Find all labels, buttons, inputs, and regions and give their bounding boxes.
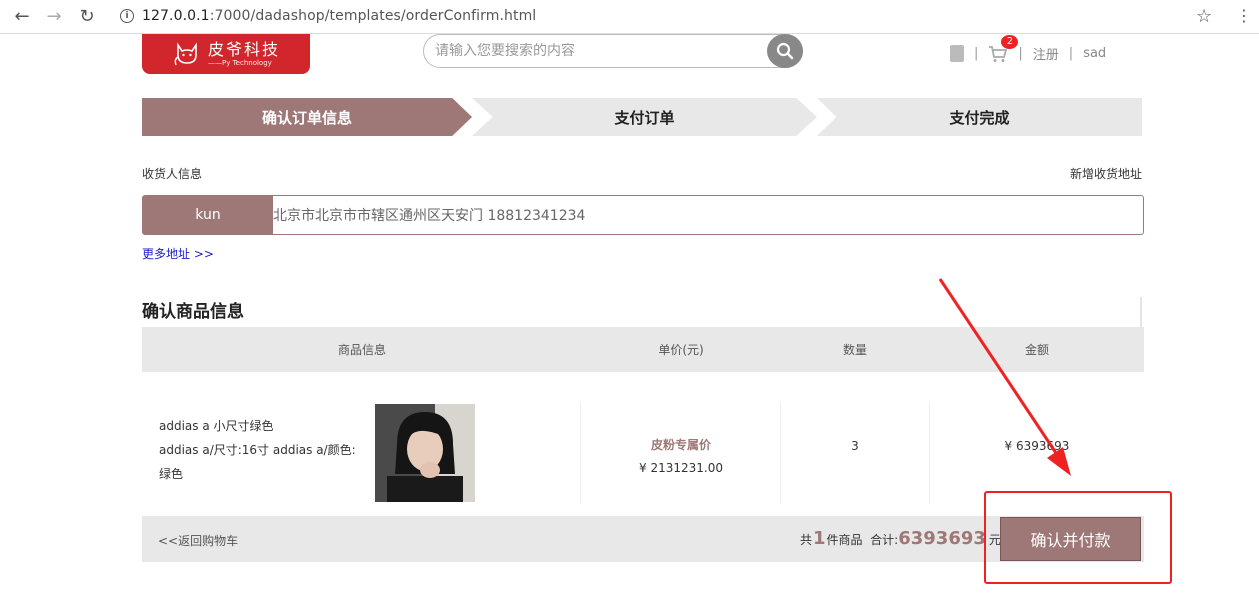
column-header: 商品信息 (337, 343, 386, 357)
reload-icon[interactable]: ↻ (77, 6, 97, 27)
back-to-cart-link[interactable]: <<返回购物车 (158, 532, 238, 549)
step-confirm-order: 确认订单信息 (142, 98, 472, 136)
count-suffix: 件商品 合计: (826, 533, 899, 547)
order-summary: 共 1 件商品 合计: 6393693 元 (800, 528, 1001, 549)
product-spec: addias a/尺寸:16寸 addias a/颜色: (159, 443, 356, 457)
column-header: 单价(元) (658, 343, 704, 357)
annotation-highlight-box (984, 491, 1172, 584)
logo-subtitle: ——Py Technology (208, 58, 272, 67)
document-icon[interactable] (950, 45, 964, 62)
info-icon[interactable]: i (120, 9, 134, 23)
search-icon (776, 42, 794, 60)
address-bar[interactable]: i 127.0.0.1:7000/dadashop/templates/orde… (106, 2, 1226, 30)
order-progress-steps: 确认订单信息 支付订单 支付完成 (142, 98, 1142, 136)
unit-price-cell: 皮粉专属价 ¥ 2131231.00 (582, 436, 780, 475)
divider: | (1018, 46, 1023, 61)
divider: | (1068, 46, 1074, 61)
username-link[interactable]: sad (1083, 46, 1106, 61)
url-host: 127.0.0.1 (142, 8, 210, 24)
url-path: :7000/dadashop/templates/orderConfirm.ht… (209, 8, 537, 24)
divider (780, 402, 781, 504)
url-text[interactable]: 127.0.0.1:7000/dadashop/templates/orderC… (142, 8, 536, 24)
divider (580, 402, 581, 504)
member-price-tag: 皮粉专属价 (650, 438, 711, 452)
product-spec-cont: 绿色 (159, 467, 184, 481)
forward-arrow-icon[interactable]: → (44, 6, 64, 27)
add-address-link[interactable]: 新增收货地址 (1070, 165, 1142, 182)
selected-address[interactable]: kun 北京市北京市市辖区通州区天安门 18812341234 (142, 195, 1144, 235)
item-amount: ¥ 6393693 (1004, 439, 1070, 453)
receiver-info-label: 收货人信息 (142, 167, 203, 181)
menu-icon[interactable]: ⋮ (1236, 6, 1252, 25)
more-addresses-link[interactable]: 更多地址 >> (142, 245, 214, 262)
logo-title: 皮爷科技 (208, 39, 281, 59)
product-name: addias a 小尺寸绿色 (159, 419, 274, 433)
address-detail: 北京市北京市市辖区通州区天安门 18812341234 (273, 208, 586, 224)
quantity: 3 (851, 439, 859, 453)
bookmark-star-icon[interactable]: ☆ (1196, 6, 1212, 27)
search-button[interactable] (767, 34, 803, 68)
count-prefix: 共 (800, 533, 813, 547)
cart-count-badge: 2 (1001, 34, 1019, 49)
search-bar (423, 34, 803, 68)
divider (929, 402, 930, 504)
step-pay-order: 支付订单 (472, 98, 817, 136)
product-photo-icon (375, 404, 475, 502)
back-arrow-icon[interactable]: ← (12, 6, 32, 27)
cart-button[interactable]: 2 (988, 34, 1019, 63)
site-logo[interactable]: 皮爷科技 ——Py Technology (142, 34, 310, 74)
register-link[interactable]: 注册 (1033, 44, 1059, 63)
column-header: 金额 (1024, 343, 1049, 357)
user-links: | 2 | 注册 | sad (950, 34, 1106, 63)
browser-toolbar: ← → ↻ i 127.0.0.1:7000/dadashop/template… (0, 0, 1259, 34)
column-header: 数量 (842, 343, 867, 357)
receiver-name: kun (143, 196, 273, 234)
goods-section-title: 确认商品信息 (142, 297, 1142, 327)
product-info: addias a 小尺寸绿色 addias a/尺寸:16寸 addias a/… (159, 414, 359, 486)
cat-logo-icon (174, 42, 197, 66)
order-total: 6393693 (898, 528, 986, 549)
divider: | (974, 46, 979, 61)
unit-price: ¥ 2131231.00 (639, 461, 723, 475)
item-count: 1 (813, 528, 826, 549)
search-input[interactable] (435, 43, 755, 59)
product-image[interactable] (375, 404, 475, 502)
step-payment-complete: 支付完成 (817, 98, 1142, 136)
goods-table-header: 商品信息 单价(元) 数量 金额 (142, 327, 1144, 372)
table-row: addias a 小尺寸绿色 addias a/尺寸:16寸 addias a/… (142, 392, 1144, 504)
